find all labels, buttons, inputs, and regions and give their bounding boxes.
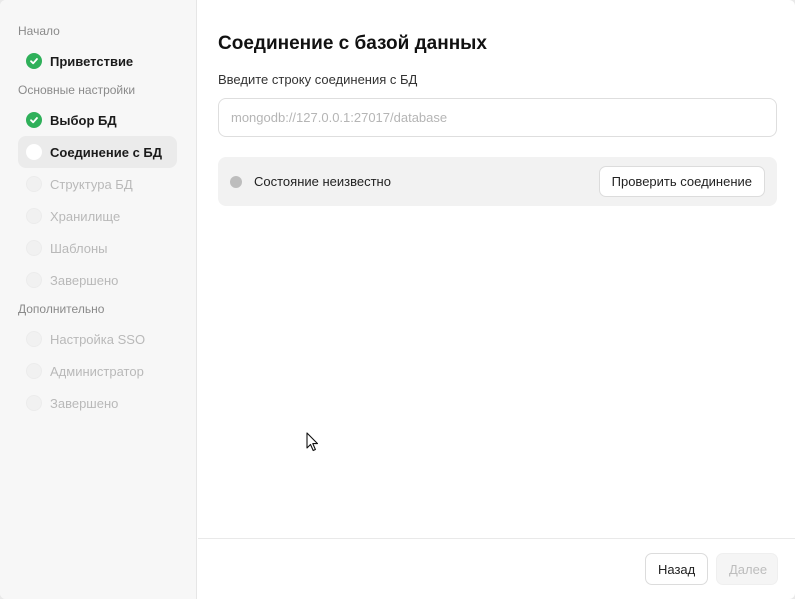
circle-icon xyxy=(26,240,42,256)
check-icon xyxy=(26,53,42,69)
back-button[interactable]: Назад xyxy=(645,553,708,585)
step-finished-main[interactable]: Завершено xyxy=(18,264,177,296)
step-label: Администратор xyxy=(50,363,144,379)
connection-string-label: Введите строку соединения с БД xyxy=(218,72,418,87)
mouse-cursor-icon xyxy=(306,432,320,457)
connection-string-input[interactable] xyxy=(218,98,777,137)
circle-icon xyxy=(26,144,42,160)
circle-icon xyxy=(26,331,42,347)
step-label: Завершено xyxy=(50,395,119,411)
step-label: Хранилище xyxy=(50,208,121,224)
step-label: Соединение с БД xyxy=(50,144,163,160)
page-title: Соединение с базой данных xyxy=(218,33,487,54)
section-title-main-settings: Основные настройки xyxy=(18,83,136,97)
step-db-connection[interactable]: Соединение с БД xyxy=(18,136,177,168)
setup-wizard-window: Начало Приветствие Основные настройки Вы… xyxy=(0,0,795,599)
step-label: Завершено xyxy=(50,272,119,288)
connection-status-bar: Состояние неизвестно Проверить соединени… xyxy=(218,157,777,206)
circle-icon xyxy=(26,272,42,288)
step-welcome[interactable]: Приветствие xyxy=(18,45,177,77)
circle-icon xyxy=(26,363,42,379)
next-button[interactable]: Далее xyxy=(716,553,778,585)
circle-icon xyxy=(26,176,42,192)
step-templates[interactable]: Шаблоны xyxy=(18,232,177,264)
circle-icon xyxy=(26,208,42,224)
status-indicator-icon xyxy=(230,176,242,188)
step-storage[interactable]: Хранилище xyxy=(18,200,177,232)
step-finished-additional[interactable]: Завершено xyxy=(18,387,177,419)
wizard-footer: Назад Далее xyxy=(198,538,795,599)
section-title-additional: Дополнительно xyxy=(18,302,105,316)
step-label: Настройка SSO xyxy=(50,331,146,347)
wizard-sidebar: Начало Приветствие Основные настройки Вы… xyxy=(0,0,197,599)
connection-status-text: Состояние неизвестно xyxy=(254,174,391,189)
wizard-content: Соединение с базой данных Введите строку… xyxy=(198,0,795,599)
step-label: Структура БД xyxy=(50,176,133,192)
step-label: Шаблоны xyxy=(50,240,108,256)
section-title-start: Начало xyxy=(18,24,60,38)
step-administrator[interactable]: Администратор xyxy=(18,355,177,387)
check-icon xyxy=(26,112,42,128)
check-connection-button[interactable]: Проверить соединение xyxy=(598,166,765,197)
step-db-select[interactable]: Выбор БД xyxy=(18,104,177,136)
step-label: Выбор БД xyxy=(50,112,117,128)
step-db-structure[interactable]: Структура БД xyxy=(18,168,177,200)
circle-icon xyxy=(26,395,42,411)
step-label: Приветствие xyxy=(50,53,134,69)
step-sso-settings[interactable]: Настройка SSO xyxy=(18,323,177,355)
